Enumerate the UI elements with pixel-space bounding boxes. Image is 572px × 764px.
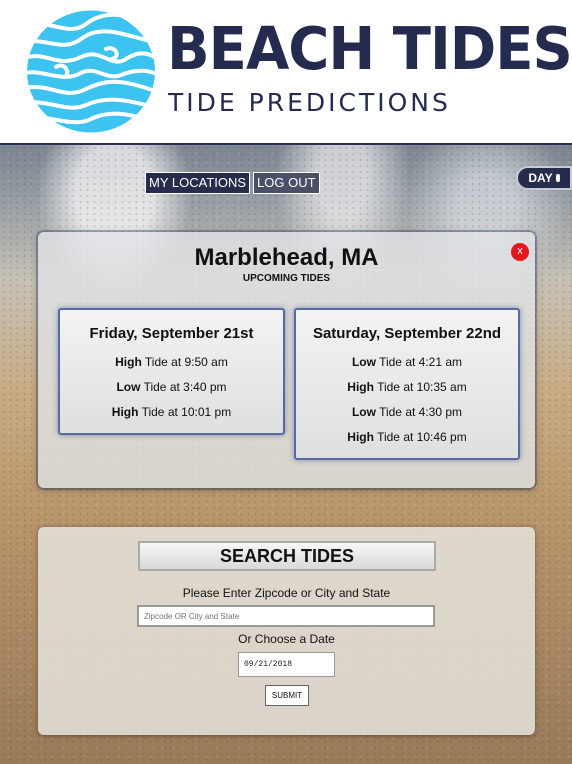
date-input[interactable]	[238, 652, 335, 677]
day-card-date: Friday, September 21st	[89, 325, 254, 342]
day-card-date: Saturday, September 22nd	[312, 325, 502, 342]
log-out-button[interactable]: LOG OUT	[253, 172, 320, 194]
wave-logo-icon	[27, 10, 155, 133]
tide-entry: High Tide at 10:35 am	[347, 380, 467, 394]
tide-entry: Low Tide at 3:40 pm	[116, 380, 227, 394]
tide-entry: High Tide at 10:01 pm	[111, 405, 232, 419]
day-card-friday: Friday, September 21st High Tide at 9:50…	[58, 308, 285, 435]
location-prompt: Please Enter Zipcode or City and State	[182, 586, 391, 600]
day-night-toggle[interactable]: DAY	[516, 166, 572, 190]
location-search-input[interactable]	[137, 605, 435, 627]
search-panel: SEARCH TIDES Please Enter Zipcode or Cit…	[38, 527, 535, 735]
submit-button[interactable]: SUBMIT	[265, 685, 309, 706]
tide-entry: Low Tide at 4:30 pm	[351, 405, 463, 419]
close-button[interactable]: x	[511, 243, 529, 261]
brand-title: BEACH TIDES	[167, 15, 572, 84]
day-toggle-label: DAY	[528, 171, 553, 185]
toggle-knob-icon	[555, 174, 560, 182]
upcoming-tides-label: UPCOMING TIDES	[242, 273, 331, 284]
tide-entry: High Tide at 9:50 am	[115, 355, 228, 369]
my-locations-button[interactable]: MY LOCATIONS	[145, 172, 251, 194]
search-title: SEARCH TIDES	[138, 541, 436, 571]
date-prompt: Or Choose a Date	[238, 632, 335, 646]
day-card-saturday: Saturday, September 22nd Low Tide at 4:2…	[294, 308, 520, 460]
upcoming-tides-panel: Marblehead, MA UPCOMING TIDES x Friday, …	[38, 232, 535, 488]
site-header: BEACH TIDES TIDE PREDICTIONS	[0, 0, 572, 145]
tide-entry: High Tide at 10:46 pm	[347, 430, 467, 444]
tide-entry: Low Tide at 4:21 am	[351, 355, 463, 369]
brand-subtitle: TIDE PREDICTIONS	[168, 88, 451, 117]
top-nav: MY LOCATIONS LOG OUT	[145, 172, 320, 194]
location-title: Marblehead, MA	[194, 244, 379, 271]
